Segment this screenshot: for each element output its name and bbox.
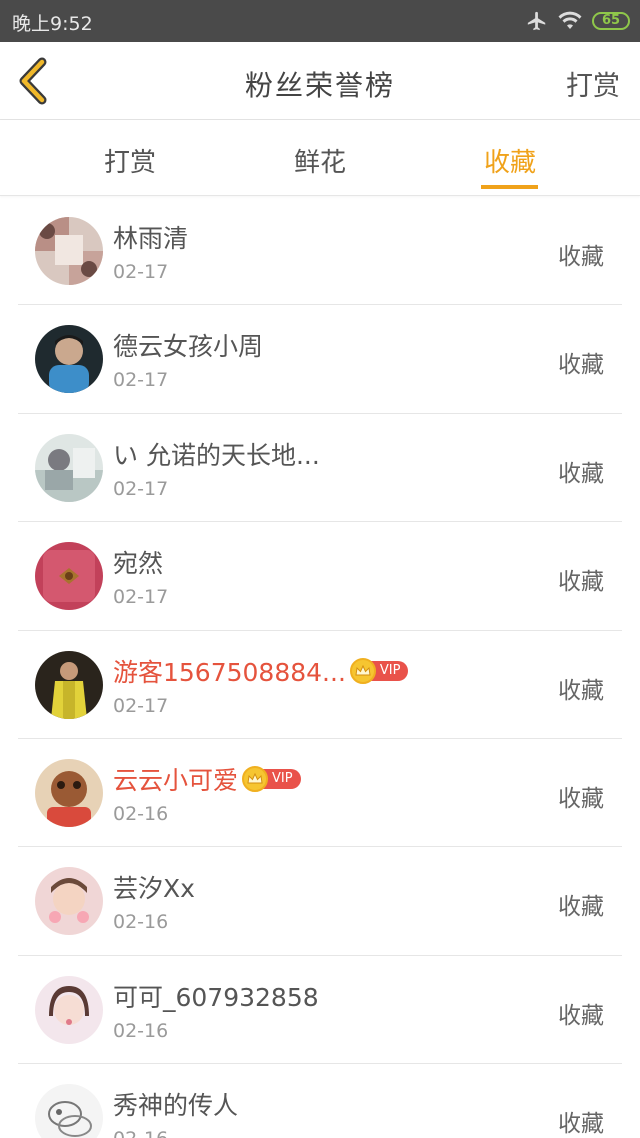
tab-bar: 打赏 鲜花 收藏 xyxy=(0,120,640,196)
nav-bar: 粉丝荣誉榜 打赏 xyxy=(0,42,640,120)
list-item[interactable]: 芸汐Xx 02-16 收藏 xyxy=(0,847,640,956)
tab-reward[interactable]: 打赏 xyxy=(70,142,190,179)
fan-name: い 允诺的天长地... xyxy=(113,440,320,470)
fan-action: 收藏 xyxy=(558,244,604,270)
list-item[interactable]: 德云女孩小周 02-17 收藏 xyxy=(0,305,640,414)
fan-name: 游客1567508884... VIP xyxy=(113,653,409,689)
fan-action: 收藏 xyxy=(558,1111,604,1138)
list-item[interactable]: い 允诺的天长地... 02-17 收藏 xyxy=(0,414,640,523)
fan-date: 02-16 xyxy=(113,1128,168,1138)
fan-action: 收藏 xyxy=(558,352,604,379)
avatar xyxy=(35,433,103,502)
list-item[interactable]: 林雨清 02-17 收藏 xyxy=(0,197,640,306)
tab-flowers[interactable]: 鲜花 xyxy=(260,142,380,179)
list-item[interactable]: 游客1567508884... VIP 02-17 收藏 xyxy=(0,631,640,739)
fan-date: 02-17 xyxy=(113,261,169,283)
list-item[interactable]: 秀神的传人 02-16 收藏 xyxy=(0,1064,640,1138)
active-tab-indicator xyxy=(481,185,538,189)
battery-icon: 65 xyxy=(592,12,630,30)
fan-date: 02-16 xyxy=(113,1019,169,1042)
fan-name: 可可_607932858 xyxy=(113,982,319,1012)
fan-date: 02-17 xyxy=(113,694,169,717)
avatar xyxy=(35,217,103,285)
page-title: 粉丝荣誉榜 xyxy=(244,69,395,102)
crown-icon xyxy=(242,765,269,792)
airplane-icon xyxy=(526,10,548,32)
avatar xyxy=(35,650,103,719)
fan-name: 林雨清 xyxy=(113,224,189,253)
crown-icon xyxy=(349,657,376,684)
fan-action: 收藏 xyxy=(558,460,604,487)
list-item[interactable]: 云云小可爱 VIP 02-16 收藏 xyxy=(0,739,640,848)
fan-action: 收藏 xyxy=(558,677,604,704)
avatar xyxy=(35,975,103,1044)
avatar xyxy=(35,758,103,827)
fan-action: 收藏 xyxy=(558,894,604,921)
status-icons: 65 xyxy=(526,8,630,34)
avatar xyxy=(35,325,103,394)
fan-name: 德云女孩小周 xyxy=(113,332,264,362)
list-item[interactable]: 可可_607932858 02-16 收藏 xyxy=(0,956,640,1065)
fan-name: 秀神的传人 xyxy=(113,1091,239,1121)
fan-list: 林雨清 02-17 收藏 德云女孩小周 02-17 收藏 い 允诺的天长地...… xyxy=(0,197,640,1138)
avatar xyxy=(35,542,103,611)
fan-name: 云云小可爱 VIP xyxy=(113,761,301,797)
fan-name: 芸汐Xx xyxy=(113,874,195,904)
fan-action: 收藏 xyxy=(558,569,604,596)
reward-button[interactable]: 打赏 xyxy=(566,64,620,103)
vip-badge: VIP xyxy=(349,657,409,684)
fan-date: 02-17 xyxy=(113,369,169,392)
status-bar: 晚上9:52 65 xyxy=(0,0,640,42)
tab-favorites[interactable]: 收藏 xyxy=(450,142,570,179)
fan-action: 收藏 xyxy=(558,1002,604,1029)
vip-badge: VIP xyxy=(242,765,301,792)
list-item[interactable]: 宛然 02-17 收藏 xyxy=(0,522,640,631)
fan-date: 02-16 xyxy=(113,802,169,825)
fan-date: 02-17 xyxy=(113,586,169,609)
fan-date: 02-16 xyxy=(113,911,169,934)
fan-action: 收藏 xyxy=(558,785,604,812)
avatar xyxy=(35,867,103,936)
wifi-icon xyxy=(558,11,582,31)
avatar xyxy=(35,1084,103,1138)
fan-date: 02-17 xyxy=(113,477,169,500)
status-time: 晚上9:52 xyxy=(12,13,93,35)
fan-name: 宛然 xyxy=(113,549,164,579)
